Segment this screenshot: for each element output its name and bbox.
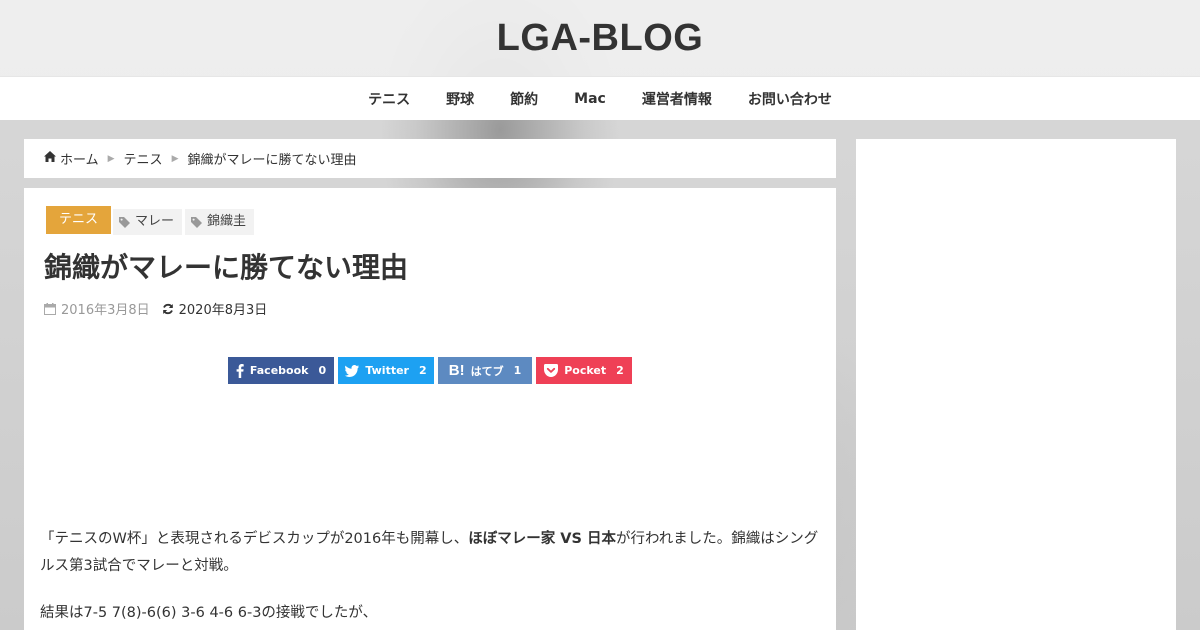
share-pocket-button[interactable]: Pocket 2	[536, 357, 632, 384]
share-label: はてブ	[470, 364, 504, 378]
tag-icon	[191, 216, 202, 228]
category-label[interactable]: テニス	[46, 206, 112, 234]
nav-item-contact[interactable]: お問い合わせ	[748, 89, 832, 109]
breadcrumb-current: 錦織がマレーに勝てない理由	[187, 153, 357, 168]
breadcrumb-separator-icon: ▶	[171, 153, 179, 164]
share-facebook-button[interactable]: Facebook 0	[228, 357, 334, 384]
updated-date-text: 2020年8月3日	[178, 303, 268, 318]
post-date-text: 2016年3月8日	[61, 303, 150, 318]
twitter-icon	[345, 364, 360, 377]
paragraph-bold-text: ほぼマレー家 VS 日本	[468, 531, 617, 547]
share-twitter-button[interactable]: Twitter 2	[338, 357, 434, 384]
facebook-icon	[236, 363, 244, 378]
breadcrumb: ホーム ▶ テニス ▶ 錦織がマレーに勝てない理由	[24, 139, 836, 178]
pocket-icon	[544, 364, 559, 377]
paragraph-text: 「テニスのW杯」と表現されるデビスカップが2016年も開幕し、	[40, 531, 469, 547]
tag-label: マレー	[135, 214, 175, 229]
main-nav: テニス 野球 節約 Mac 運営者情報 お問い合わせ	[0, 76, 1200, 120]
nav-item-tennis[interactable]: テニス	[368, 89, 410, 109]
breadcrumb-home[interactable]: ホーム	[60, 149, 99, 168]
sidebar	[856, 139, 1176, 630]
nav-item-about[interactable]: 運営者情報	[642, 89, 712, 109]
hatena-icon: B!	[448, 362, 465, 379]
share-label: Facebook	[249, 364, 309, 377]
share-count: 2	[418, 364, 427, 377]
tag-murray[interactable]: マレー	[113, 209, 183, 235]
refresh-icon	[162, 303, 173, 314]
home-icon	[44, 151, 56, 166]
share-count: 1	[513, 364, 522, 377]
tag-nishikori[interactable]: 錦織圭	[185, 209, 255, 235]
nav-item-baseball[interactable]: 野球	[446, 89, 474, 109]
updated-date: 2020年8月3日	[162, 299, 268, 318]
breadcrumb-separator-icon: ▶	[107, 153, 115, 164]
site-title[interactable]: LGA-BLOG	[497, 17, 704, 60]
post-date: 2016年3月8日	[44, 299, 150, 318]
share-hatena-button[interactable]: B! はてブ 1	[438, 357, 532, 384]
calendar-icon	[44, 302, 56, 315]
article-paragraph: 「テニスのW杯」と表現されるデビスカップが2016年も開幕し、ほぼマレー家 VS…	[40, 526, 820, 580]
tag-icon	[119, 216, 130, 228]
site-header: LGA-BLOG	[0, 0, 1200, 76]
nav-item-saving[interactable]: 節約	[510, 89, 538, 109]
article-paragraph: 結果は7-5 7(8)-6(6) 3-6 4-6 6-3の接戦でしたが、	[40, 605, 378, 621]
share-count: 2	[616, 364, 624, 377]
breadcrumb-category[interactable]: テニス	[124, 149, 163, 168]
article: テニス マレー 錦織圭 錦織がマレーに勝てない理由 2016年3月8日 2020…	[24, 188, 836, 630]
share-count: 0	[318, 364, 327, 377]
tag-label: 錦織圭	[207, 214, 247, 229]
nav-item-mac[interactable]: Mac	[574, 91, 606, 107]
article-title: 錦織がマレーに勝てない理由	[44, 251, 409, 284]
article-dates: 2016年3月8日 2020年8月3日	[44, 299, 267, 318]
share-label: Twitter	[365, 364, 409, 377]
share-label: Pocket	[564, 364, 607, 377]
